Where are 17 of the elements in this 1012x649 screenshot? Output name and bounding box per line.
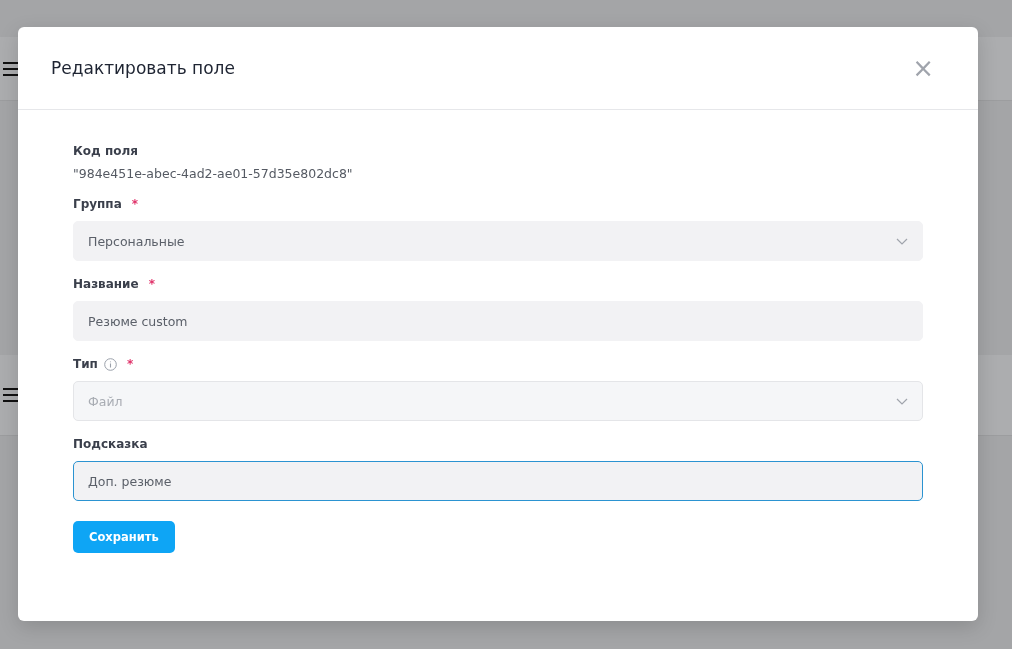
- input-field[interactable]: Резюме custom: [73, 301, 923, 341]
- required-mark: *: [126, 357, 134, 371]
- menu-icon[interactable]: [3, 388, 19, 402]
- input-field[interactable]: Доп. резюме: [73, 461, 923, 501]
- chevron-down-icon: [896, 397, 908, 405]
- required-mark: *: [131, 197, 139, 211]
- dialog-title: Редактировать поле: [51, 58, 235, 78]
- field-label: Группа: [73, 197, 122, 211]
- required-mark: *: [148, 277, 155, 291]
- field-label: Подсказка: [73, 437, 148, 451]
- field-label: Тип: [73, 357, 98, 371]
- field-label: Название: [73, 277, 139, 291]
- select-field[interactable]: Персональные: [73, 221, 923, 261]
- chevron-down-icon: [896, 237, 908, 245]
- menu-icon[interactable]: [3, 61, 19, 76]
- field-label: Код поля: [73, 144, 138, 158]
- field-code-value: "984e451e-abec-4ad2-ae01-57d35e802dc8": [73, 166, 354, 181]
